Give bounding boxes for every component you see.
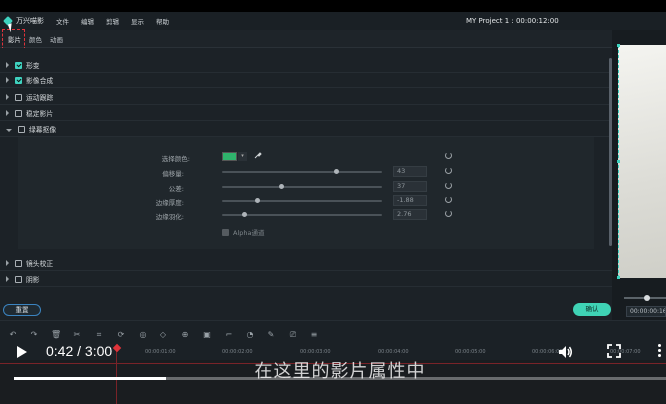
speed-icon[interactable]: ◎ <box>138 330 148 340</box>
crop-ratio-icon[interactable]: ⌐ <box>224 330 234 340</box>
preview-timecode: 00:00:00:16 <box>626 306 666 317</box>
preview-scrubber-thumb[interactable] <box>644 295 650 301</box>
section-lens-correction[interactable]: 镜头校正 <box>0 256 612 271</box>
rotate-icon[interactable]: ⟳ <box>116 330 126 340</box>
section-checkbox[interactable] <box>15 259 22 267</box>
eyedropper-icon[interactable] <box>254 151 262 159</box>
expand-arrow-icon[interactable] <box>6 260 9 266</box>
section-checkbox[interactable] <box>15 61 22 69</box>
section-label: 形变 <box>26 62 40 70</box>
pen-icon[interactable]: ✎ <box>266 330 276 340</box>
video-subtitle: 在这里的影片属性中 <box>254 361 426 382</box>
app-name: 万兴喵影 <box>16 17 44 25</box>
expand-arrow-icon[interactable] <box>6 62 9 68</box>
section-label: 镜头校正 <box>26 260 54 268</box>
ruler-tick: 00:00:02:00 <box>222 349 253 355</box>
top-letterbox <box>0 0 666 12</box>
section-label: 运动跟踪 <box>26 94 54 102</box>
menu-help[interactable]: 帮助 <box>156 16 169 26</box>
menu-file[interactable]: 文件 <box>56 16 69 26</box>
reset-icon[interactable] <box>445 182 452 189</box>
section-label: 阴影 <box>26 276 40 284</box>
keyframe-icon[interactable]: ◇ <box>158 330 168 340</box>
ruler-tick: 00:00:03:00 <box>300 349 331 355</box>
offset-value[interactable]: 43 <box>393 166 427 177</box>
tab-color[interactable]: 颜色 <box>29 32 42 46</box>
zoom-fit-icon[interactable]: ▣ <box>202 330 212 340</box>
section-shadow[interactable]: 阴影 <box>0 272 612 287</box>
section-checkbox[interactable] <box>15 76 22 84</box>
reset-button[interactable]: 重置 <box>3 304 41 316</box>
adjust-icon[interactable]: ≡ <box>309 330 319 340</box>
expand-arrow-icon[interactable] <box>6 77 9 83</box>
alpha-channel-option[interactable]: Alpha通道 <box>222 227 264 237</box>
undo-icon[interactable]: ↶ <box>8 330 18 340</box>
section-label: 绿幕抠像 <box>29 126 57 134</box>
menu-view[interactable]: 显示 <box>131 16 144 26</box>
ruler-tick: 00:00:05:00 <box>455 349 486 355</box>
tolerance-value[interactable]: 37 <box>393 181 427 192</box>
reset-icon[interactable] <box>445 152 452 159</box>
offset-label: 偏移量: <box>162 170 184 178</box>
edge-thickness-label: 边缘厚度: <box>155 199 184 207</box>
reset-icon[interactable] <box>445 210 452 217</box>
color-select-label: 选择颜色: <box>161 155 190 163</box>
chroma-key-settings <box>18 137 594 249</box>
section-stabilization[interactable]: 稳定影片 <box>0 106 612 121</box>
menu-clip[interactable]: 剪辑 <box>106 16 119 26</box>
marker-icon[interactable]: ⊕ <box>180 330 190 340</box>
crop-icon[interactable]: ⌗ <box>94 330 104 340</box>
timer-icon[interactable]: ◔ <box>245 330 255 340</box>
cut-icon[interactable]: ✂ <box>72 330 82 340</box>
ruler-tick: 00:00:01:00 <box>145 349 176 355</box>
section-label: 稳定影片 <box>26 110 54 118</box>
preview-video-frame[interactable] <box>618 45 666 278</box>
tab-highlight-annotation <box>2 29 25 50</box>
ok-button[interactable]: 确认 <box>573 303 611 316</box>
chevron-down-icon[interactable]: ▾ <box>238 152 247 161</box>
tolerance-label: 公差: <box>168 185 184 193</box>
edge-feather-value[interactable]: 2.76 <box>393 209 427 220</box>
section-checkbox[interactable] <box>18 125 25 133</box>
section-checkbox[interactable] <box>15 275 22 283</box>
alpha-checkbox[interactable] <box>222 228 229 236</box>
menubar: 万兴喵影 文件 编辑 剪辑 显示 帮助 MY Project 1 : 00:00… <box>0 12 666 30</box>
offset-slider[interactable] <box>222 171 382 173</box>
transform-handle[interactable] <box>617 276 620 279</box>
expand-arrow-icon[interactable] <box>6 110 9 116</box>
offset-slider-thumb[interactable] <box>333 169 339 174</box>
color-swatch[interactable] <box>222 152 237 161</box>
menu-edit[interactable]: 编辑 <box>81 16 94 26</box>
property-tabs: 影片 颜色 动画 <box>0 30 612 48</box>
edge-thickness-slider[interactable] <box>222 200 382 202</box>
transform-handle[interactable] <box>617 160 620 163</box>
expand-arrow-icon[interactable] <box>6 276 9 282</box>
edge-thickness-value[interactable]: -1.88 <box>393 195 427 206</box>
collapse-arrow-icon[interactable] <box>6 128 12 132</box>
edge-feather-label: 边缘羽化: <box>155 213 184 221</box>
section-checkbox[interactable] <box>15 109 22 117</box>
section-transform[interactable]: 形变 <box>0 58 612 73</box>
tolerance-slider[interactable] <box>222 186 382 188</box>
section-label: 影像合成 <box>26 77 54 85</box>
transform-handle[interactable] <box>617 44 620 47</box>
reset-icon[interactable] <box>445 196 452 203</box>
screen-icon[interactable]: ⎚ <box>288 330 298 340</box>
expand-arrow-icon[interactable] <box>6 94 9 100</box>
delete-icon[interactable]: 🗑 <box>51 330 61 340</box>
tab-animation[interactable]: 动画 <box>50 32 63 46</box>
project-title: MY Project 1 : 00:00:12:00 <box>466 17 559 25</box>
section-checkbox[interactable] <box>15 93 22 101</box>
ruler-tick: 00:00:04:00 <box>378 349 409 355</box>
section-compositing[interactable]: 影像合成 <box>0 73 612 88</box>
fullscreen-icon[interactable] <box>607 344 621 358</box>
alpha-label: Alpha通道 <box>233 229 265 237</box>
redo-icon[interactable]: ↷ <box>29 330 39 340</box>
section-motion-tracking[interactable]: 运动跟踪 <box>0 90 612 105</box>
section-chroma-key[interactable]: 绿幕抠像 <box>0 122 612 137</box>
reset-icon[interactable] <box>445 167 452 174</box>
